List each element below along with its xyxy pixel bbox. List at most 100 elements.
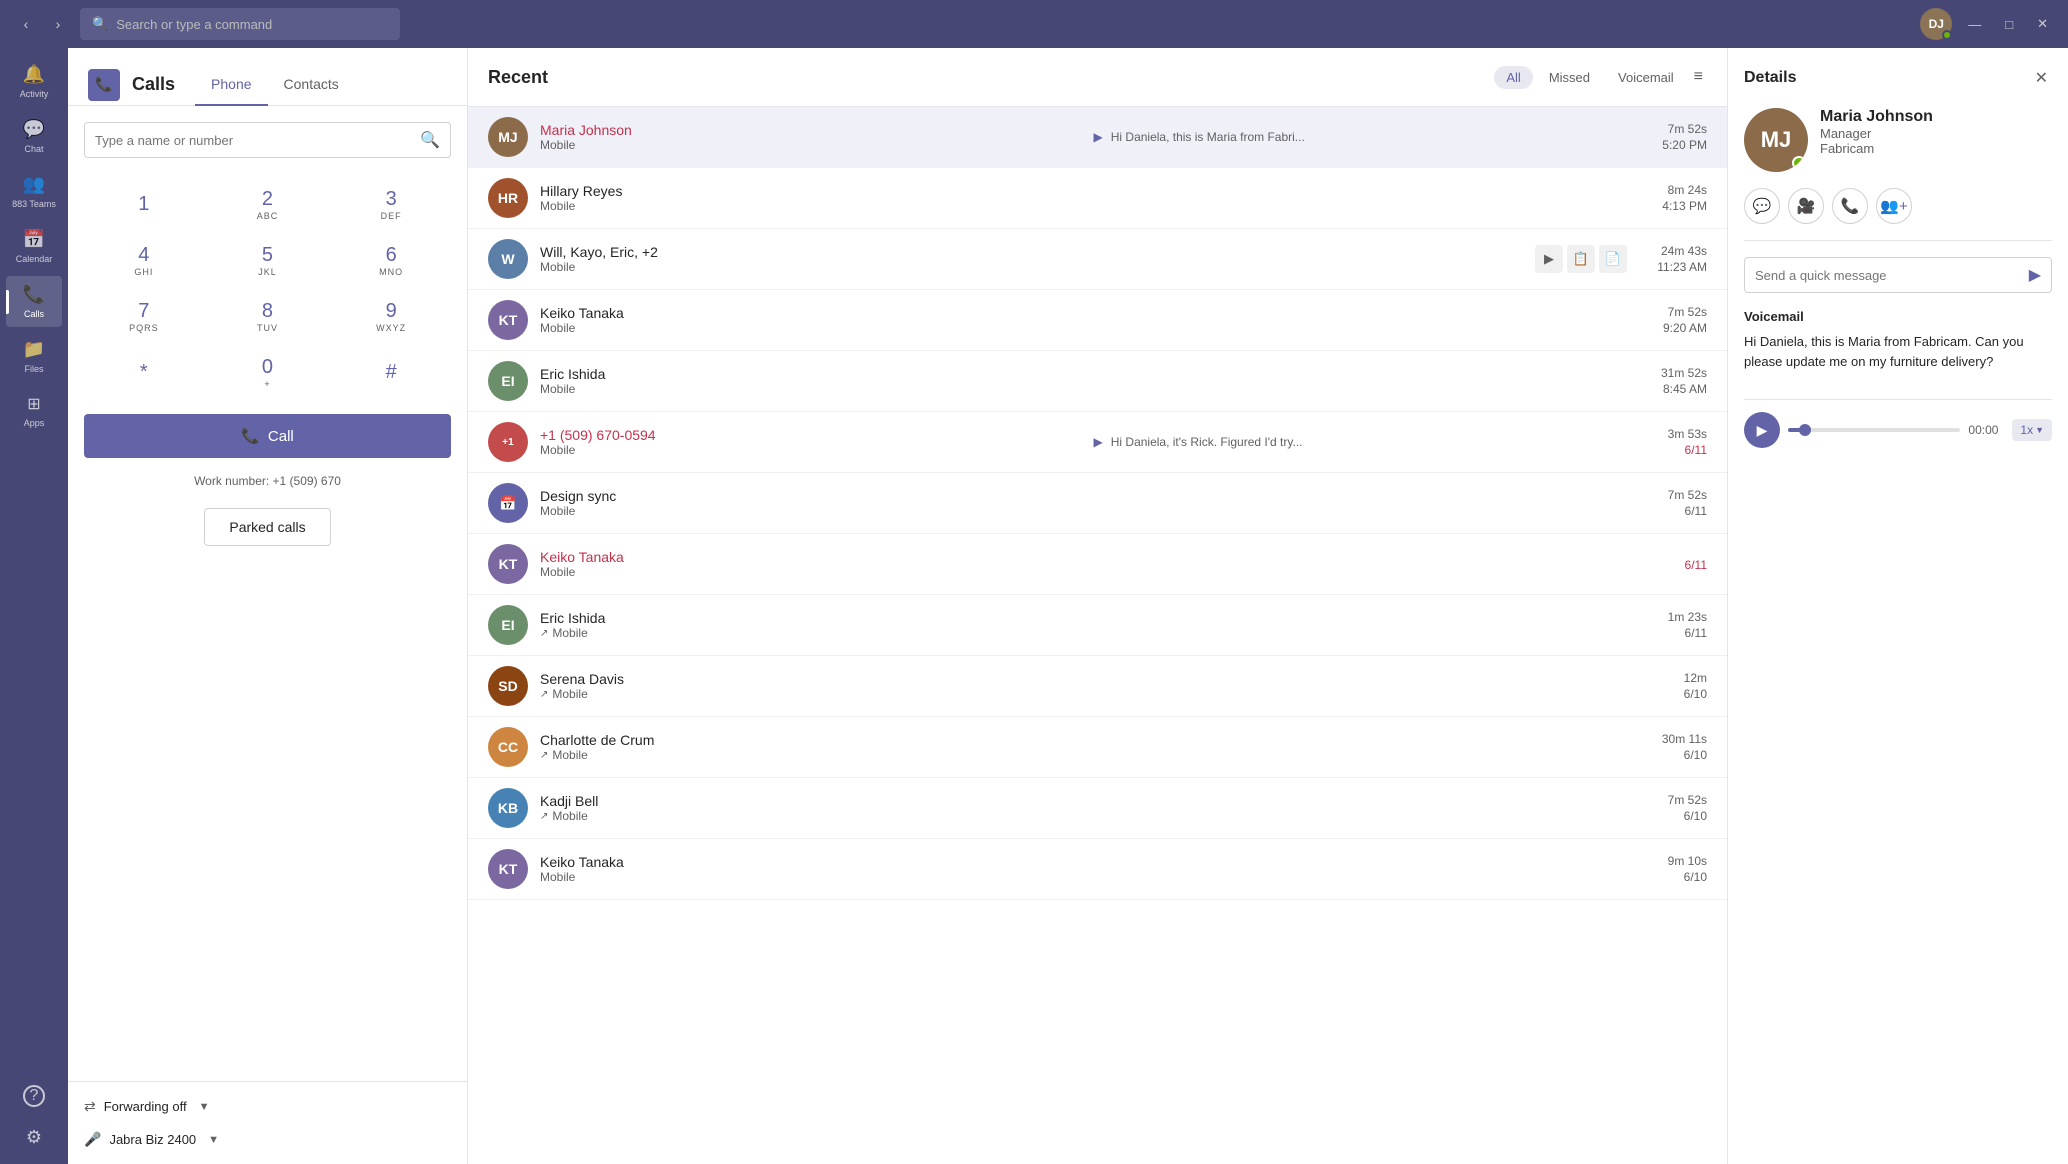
details-actions: 💬 🎥 📞 👥+ [1744, 188, 2052, 241]
dialpad-search-input[interactable] [95, 133, 412, 148]
dial-key-4[interactable]: 4GHI [84, 234, 204, 286]
dial-key-1[interactable]: 1 [84, 178, 204, 230]
call-type: Mobile [540, 260, 1523, 274]
avatar: W [488, 239, 528, 279]
avatar: KB [488, 788, 528, 828]
call-item[interactable]: CC Charlotte de Crum ↗ Mobile 30m 11s 6/… [468, 717, 1727, 778]
dial-key-6[interactable]: 6MNO [331, 234, 451, 286]
add-person-button[interactable]: 👥+ [1876, 188, 1912, 224]
call-info: Keiko Tanaka Mobile [540, 854, 1082, 884]
call-item[interactable]: SD Serena Davis ↗ Mobile 12m 6/10 [468, 656, 1727, 717]
call-item[interactable]: HR Hillary Reyes Mobile 8m 24s 4:13 PM [468, 168, 1727, 229]
call-item[interactable]: KT Keiko Tanaka Mobile 9m 10s 6/10 [468, 839, 1727, 900]
sidebar-item-files[interactable]: 📁 Files [6, 331, 62, 382]
call-name: +1 (509) 670-0594 [540, 427, 1082, 443]
user-status-dot [1942, 30, 1952, 40]
call-action-button[interactable]: 📞 [1832, 188, 1868, 224]
maximize-button[interactable]: □ [1997, 8, 2021, 40]
call-item[interactable]: KB Kadji Bell ↗ Mobile 7m 52s 6/10 [468, 778, 1727, 839]
call-item[interactable]: +1 +1 (509) 670-0594 Mobile ▶ Hi Daniela… [468, 412, 1727, 473]
filter-all[interactable]: All [1494, 66, 1532, 89]
tab-phone[interactable]: Phone [195, 64, 267, 106]
voicemail-section: Voicemail Hi Daniela, this is Maria from… [1744, 309, 2052, 371]
user-avatar[interactable]: DJ [1920, 8, 1952, 40]
details-person: MJ Maria Johnson Manager Fabricam [1744, 108, 2052, 172]
dial-key-9[interactable]: 9WXYZ [331, 290, 451, 342]
voicemail-text: Hi Daniela, this is Maria from Fabricam.… [1744, 332, 2052, 371]
send-message-button[interactable]: ▶ [2029, 265, 2041, 285]
sidebar-item-chat[interactable]: 💬 Chat [6, 111, 62, 162]
parked-calls-button[interactable]: Parked calls [204, 508, 330, 546]
minimize-button[interactable]: — [1960, 8, 1989, 40]
sidebar-label-apps: Apps [24, 418, 45, 428]
action-notes-button[interactable]: 📋 [1567, 245, 1595, 273]
chat-action-button[interactable]: 💬 [1744, 188, 1780, 224]
call-time: 9:20 AM [1647, 321, 1707, 335]
call-item[interactable]: EI Eric Ishida ↗ Mobile 1m 23s 6/11 [468, 595, 1727, 656]
close-button[interactable]: ✕ [2029, 8, 2056, 40]
sidebar-item-activity[interactable]: 🔔 Activity [6, 56, 62, 107]
call-item[interactable]: KT Keiko Tanaka Mobile 7m 52s 9:20 AM [468, 290, 1727, 351]
voicemail-text: Hi Daniela, this is Maria from Fabri... [1111, 130, 1305, 144]
avatar: EI [488, 361, 528, 401]
call-time: 11:23 AM [1647, 260, 1707, 274]
call-button[interactable]: 📞 Call [84, 414, 451, 458]
call-time: 6/11 [1647, 443, 1707, 457]
call-duration: 12m [1647, 671, 1707, 685]
call-name: Hillary Reyes [540, 183, 1082, 199]
audio-time-display: 00:00 [1968, 423, 2004, 437]
quick-message-input[interactable] [1755, 268, 2021, 283]
call-type: Mobile [540, 382, 1082, 396]
call-name: Keiko Tanaka [540, 549, 1082, 565]
call-voicemail-preview: ▶ Hi Daniela, this is Maria from Fabri..… [1094, 130, 1636, 144]
dial-key-hash[interactable]: # [331, 346, 451, 398]
calls-header: 📞 Calls Phone Contacts [68, 48, 467, 106]
call-type: ↗ Mobile [540, 748, 1082, 762]
audio-play-button[interactable]: ▶ [1744, 412, 1780, 448]
filter-missed[interactable]: Missed [1537, 66, 1602, 89]
sidebar-item-calls[interactable]: 📞 Calls [6, 276, 62, 327]
audio-progress-thumb [1799, 424, 1811, 436]
details-title: Details [1744, 69, 1796, 87]
call-info: +1 (509) 670-0594 Mobile [540, 427, 1082, 457]
dial-key-8[interactable]: 8TUV [208, 290, 328, 342]
nav-forward-button[interactable]: › [44, 10, 72, 38]
audio-progress-bar[interactable] [1788, 428, 1960, 432]
sidebar-item-calendar[interactable]: 📅 Calendar [6, 221, 62, 272]
details-close-button[interactable]: ✕ [2031, 64, 2052, 92]
dial-key-5[interactable]: 5JKL [208, 234, 328, 286]
calls-footer: ⇄ Forwarding off ▼ 🎤 Jabra Biz 2400 ▼ [68, 1081, 467, 1164]
dial-key-0[interactable]: 0+ [208, 346, 328, 398]
action-play-button[interactable]: ▶ [1535, 245, 1563, 273]
sidebar-item-teams[interactable]: 👥 883 Teams [6, 166, 62, 217]
playback-speed-button[interactable]: 1x ▼ [2012, 419, 2052, 441]
dial-key-star[interactable]: * [84, 346, 204, 398]
nav-back-button[interactable]: ‹ [12, 10, 40, 38]
call-item[interactable]: W Will, Kayo, Eric, +2 Mobile ▶ 📋 📄 24m … [468, 229, 1727, 290]
filter-voicemail[interactable]: Voicemail [1606, 66, 1686, 89]
forwarding-item[interactable]: ⇄ Forwarding off ▼ [84, 1094, 451, 1119]
filter-more-icon[interactable]: ≡ [1690, 64, 1707, 90]
tab-contacts[interactable]: Contacts [268, 64, 355, 106]
dial-key-7[interactable]: 7PQRS [84, 290, 204, 342]
call-info: Charlotte de Crum ↗ Mobile [540, 732, 1082, 762]
call-item[interactable]: KT Keiko Tanaka Mobile 6/11 [468, 534, 1727, 595]
call-item[interactable]: MJ Maria Johnson Mobile ▶ Hi Daniela, th… [468, 107, 1727, 168]
dial-key-3[interactable]: 3DEF [331, 178, 451, 230]
call-time: 8:45 AM [1647, 382, 1707, 396]
call-name: Maria Johnson [540, 122, 1082, 138]
avatar: 📅 [488, 483, 528, 523]
call-type: Mobile [540, 565, 1082, 579]
sidebar-item-settings[interactable]: ⚙ [6, 1119, 62, 1156]
video-action-button[interactable]: 🎥 [1788, 188, 1824, 224]
sidebar-item-help[interactable]: ? [6, 1077, 62, 1115]
sidebar-item-apps[interactable]: ⊞ Apps [6, 386, 62, 436]
call-item[interactable]: EI Eric Ishida Mobile 31m 52s 8:45 AM [468, 351, 1727, 412]
call-item[interactable]: 📅 Design sync Mobile 7m 52s 6/11 [468, 473, 1727, 534]
dial-key-2[interactable]: 2ABC [208, 178, 328, 230]
call-type: ↗ Mobile [540, 626, 1082, 640]
call-time: 6/10 [1647, 748, 1707, 762]
action-transcript-button[interactable]: 📄 [1599, 245, 1627, 273]
device-item[interactable]: 🎤 Jabra Biz 2400 ▼ [84, 1127, 451, 1152]
search-input[interactable] [116, 17, 356, 32]
